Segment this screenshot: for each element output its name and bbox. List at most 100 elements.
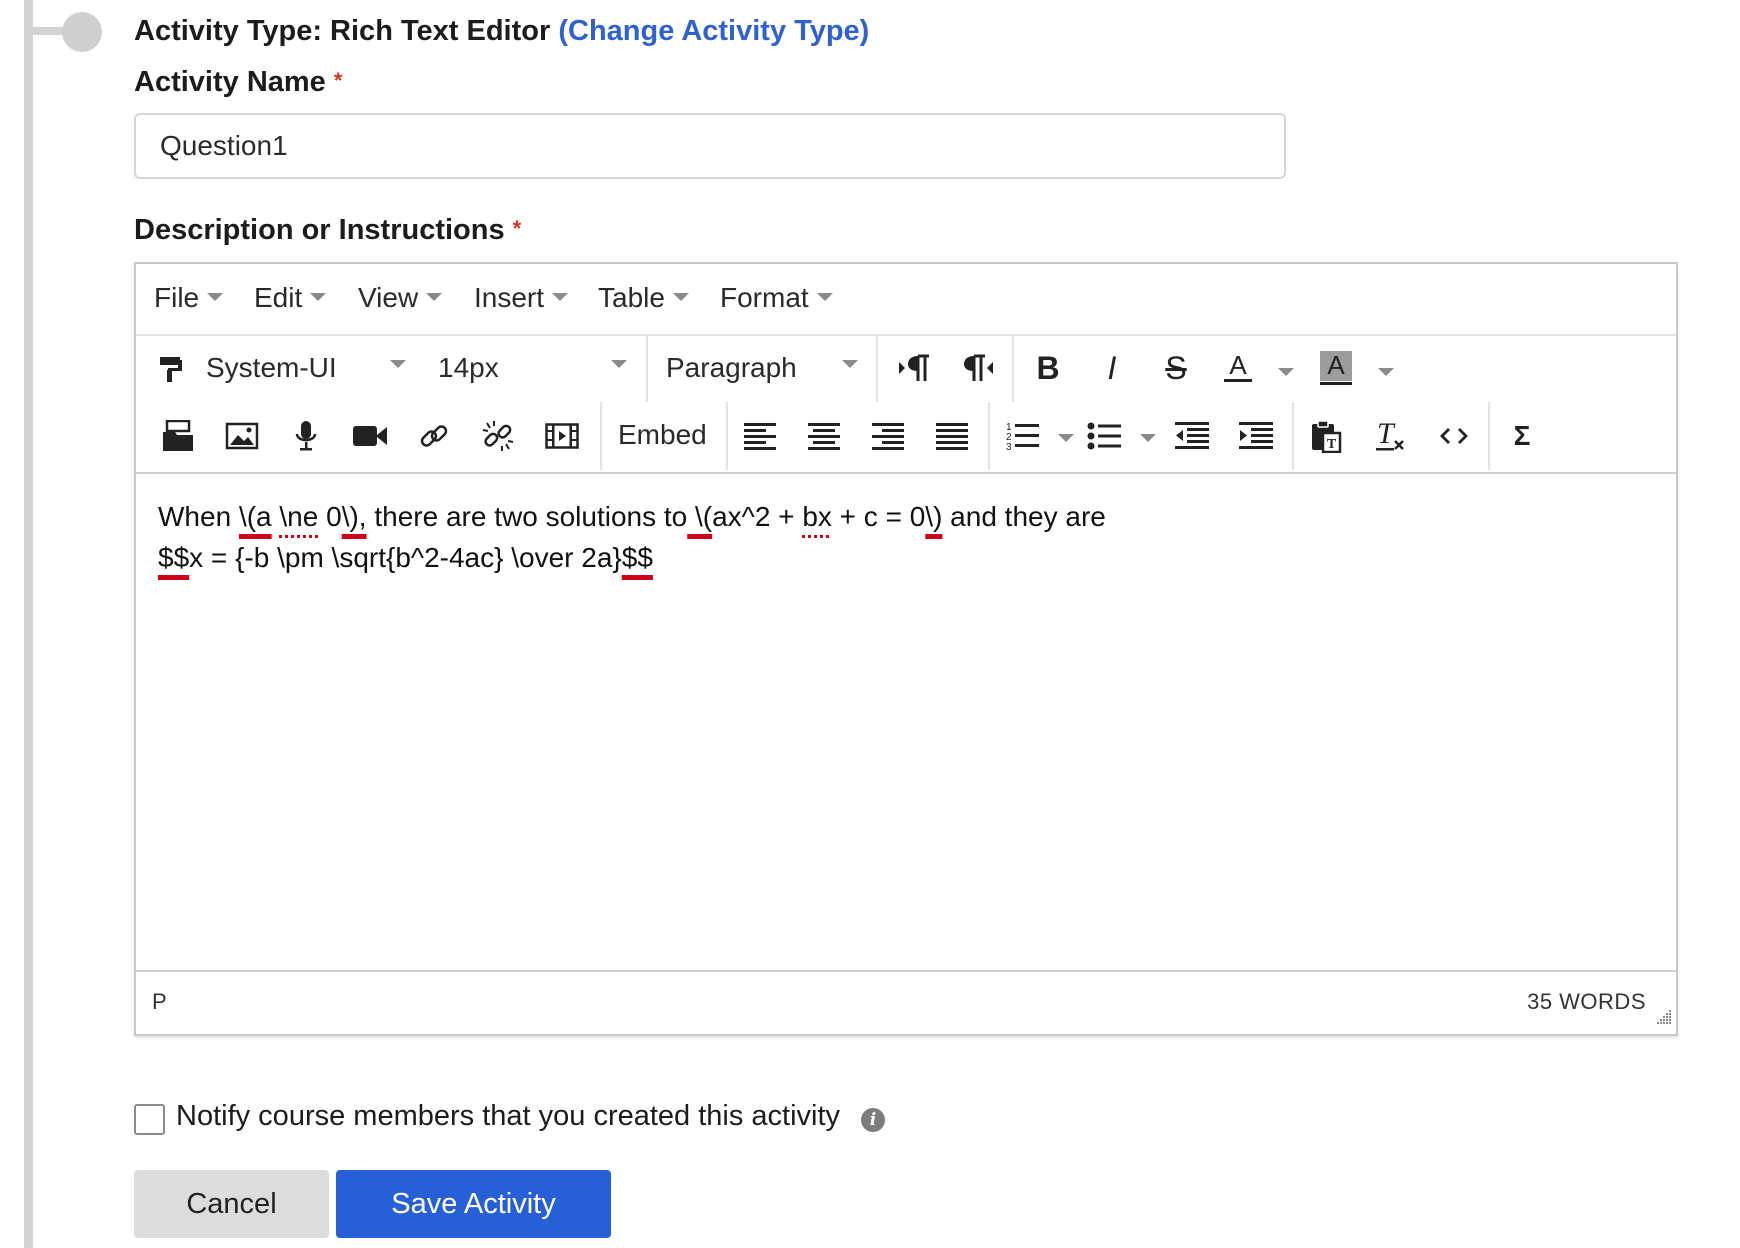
chevron-down-icon bbox=[672, 292, 689, 301]
misspelled-word: \( bbox=[687, 501, 713, 532]
chevron-down-icon bbox=[816, 292, 833, 301]
svg-text:T: T bbox=[1327, 437, 1337, 452]
menu-table-label: Table bbox=[598, 282, 665, 313]
misspelled-word: \) bbox=[925, 501, 943, 532]
chevron-down-icon bbox=[552, 292, 569, 301]
video-camera-icon[interactable] bbox=[350, 416, 390, 456]
grammar-flag: bx bbox=[802, 501, 832, 532]
editor-menubar: File Edit View Insert Table Format bbox=[136, 264, 1676, 336]
timeline-node bbox=[62, 12, 102, 52]
align-center-icon[interactable] bbox=[804, 416, 844, 456]
italic-icon[interactable]: I bbox=[1090, 346, 1134, 390]
activity-name-input[interactable]: Question1 bbox=[134, 113, 1286, 179]
font-family-select[interactable]: System-UI bbox=[206, 346, 426, 390]
chevron-down-icon bbox=[207, 292, 224, 301]
toolbar-divider bbox=[1012, 334, 1014, 402]
menu-format[interactable]: Format bbox=[720, 282, 833, 314]
content-line-2: $$x = {-b \pm \sqrt{b^2-4ac} \over 2a}$$ bbox=[158, 537, 1638, 578]
chevron-down-icon bbox=[611, 360, 627, 368]
cancel-button[interactable]: Cancel bbox=[134, 1170, 329, 1238]
chevron-down-icon bbox=[426, 292, 443, 301]
microphone-icon[interactable] bbox=[286, 416, 326, 456]
font-size-select[interactable]: 14px bbox=[438, 346, 638, 390]
misspelled-word: \(a bbox=[238, 501, 272, 532]
menu-edit[interactable]: Edit bbox=[254, 282, 327, 314]
chevron-down-icon bbox=[310, 292, 327, 301]
misspelled-word: $$ bbox=[158, 542, 190, 573]
text-color-icon[interactable]: A bbox=[1216, 346, 1260, 390]
menu-table[interactable]: Table bbox=[598, 282, 689, 314]
menu-insert[interactable]: Insert bbox=[474, 282, 569, 314]
content-text: and they are bbox=[942, 501, 1106, 532]
link-icon[interactable] bbox=[414, 416, 454, 456]
svg-text:A: A bbox=[1327, 350, 1345, 380]
description-label: Description or Instructions * bbox=[134, 214, 521, 247]
media-embed-icon[interactable] bbox=[542, 416, 582, 456]
toolbar-divider bbox=[876, 334, 878, 402]
chevron-down-icon[interactable] bbox=[1140, 434, 1156, 442]
activity-name-label-text: Activity Name bbox=[134, 66, 326, 98]
timeline-rail bbox=[24, 0, 33, 1248]
content-text: When bbox=[158, 501, 239, 532]
notify-label[interactable]: Notify course members that you created t… bbox=[176, 1100, 840, 1133]
math-equation-icon[interactable]: Σ bbox=[1502, 416, 1542, 456]
svg-text:A: A bbox=[1229, 351, 1247, 380]
save-activity-button[interactable]: Save Activity bbox=[336, 1170, 611, 1238]
change-activity-type-link[interactable]: (Change Activity Type) bbox=[558, 15, 869, 47]
image-icon[interactable] bbox=[222, 416, 262, 456]
bullet-list-icon[interactable] bbox=[1084, 416, 1124, 456]
misspelled-word: $$ bbox=[621, 542, 653, 573]
content-text: x = {-b \pm \sqrt{b^2-4ac} \over 2a} bbox=[189, 542, 622, 573]
word-count: 35 WORDS bbox=[1527, 989, 1646, 1014]
menu-insert-label: Insert bbox=[474, 282, 545, 313]
rich-text-editor: File Edit View Insert Table Format Syste… bbox=[134, 262, 1678, 1036]
align-right-icon[interactable] bbox=[868, 416, 908, 456]
misspelled-word: \), bbox=[341, 501, 367, 532]
clear-formatting-icon[interactable]: T bbox=[1370, 416, 1410, 456]
description-label-text: Description or Instructions bbox=[134, 214, 505, 246]
source-code-icon[interactable] bbox=[1434, 416, 1474, 456]
background-color-icon[interactable]: A bbox=[1314, 346, 1358, 390]
format-painter-icon[interactable] bbox=[154, 352, 188, 386]
ltr-direction-icon[interactable] bbox=[892, 348, 936, 388]
toolbar-divider bbox=[988, 402, 990, 470]
strikethrough-icon[interactable]: S bbox=[1154, 346, 1198, 390]
file-manager-icon[interactable] bbox=[158, 416, 198, 456]
indent-icon[interactable] bbox=[1236, 416, 1276, 456]
menu-edit-label: Edit bbox=[254, 282, 303, 313]
unlink-icon[interactable] bbox=[478, 416, 518, 456]
menu-view[interactable]: View bbox=[358, 282, 443, 314]
required-indicator: * bbox=[333, 68, 343, 93]
block-format-value: Paragraph bbox=[666, 352, 797, 383]
numbered-list-icon[interactable]: 123 bbox=[1002, 416, 1042, 456]
grammar-flag: \ne bbox=[279, 501, 319, 532]
content-text: + c = 0 bbox=[831, 501, 926, 532]
info-icon[interactable]: i bbox=[861, 1108, 885, 1132]
align-left-icon[interactable] bbox=[740, 416, 780, 456]
element-path[interactable]: P bbox=[152, 989, 167, 1015]
editor-statusbar: P 35 WORDS bbox=[136, 970, 1676, 1034]
block-format-select[interactable]: Paragraph bbox=[666, 346, 866, 390]
paste-as-text-icon[interactable]: T bbox=[1306, 416, 1346, 456]
activity-type-text: Activity Type: Rich Text Editor bbox=[134, 15, 551, 47]
editor-content-area[interactable]: When \(a \ne 0\), there are two solution… bbox=[158, 496, 1638, 578]
svg-text:T: T bbox=[1377, 419, 1396, 450]
toolbar-divider bbox=[646, 334, 648, 402]
align-justify-icon[interactable] bbox=[932, 416, 972, 456]
chevron-down-icon[interactable] bbox=[1378, 368, 1394, 376]
rtl-direction-icon[interactable] bbox=[956, 348, 1000, 388]
menu-file[interactable]: File bbox=[154, 282, 224, 314]
editor-toolbar-row-1: System-UI 14px Paragraph B I S A A bbox=[136, 334, 1676, 402]
resize-handle-icon[interactable] bbox=[1654, 1007, 1672, 1030]
chevron-down-icon[interactable] bbox=[1278, 368, 1294, 376]
chevron-down-icon[interactable] bbox=[1058, 434, 1074, 442]
embed-button[interactable]: Embed bbox=[618, 419, 707, 451]
notify-checkbox[interactable] bbox=[134, 1104, 165, 1135]
bold-icon[interactable]: B bbox=[1026, 346, 1070, 390]
outdent-icon[interactable] bbox=[1172, 416, 1212, 456]
menu-view-label: View bbox=[358, 282, 419, 313]
content-line-1: When \(a \ne 0\), there are two solution… bbox=[158, 496, 1638, 537]
chevron-down-icon bbox=[390, 360, 406, 368]
content-text: ax^2 + bbox=[712, 501, 803, 532]
activity-name-label: Activity Name * bbox=[134, 66, 342, 99]
